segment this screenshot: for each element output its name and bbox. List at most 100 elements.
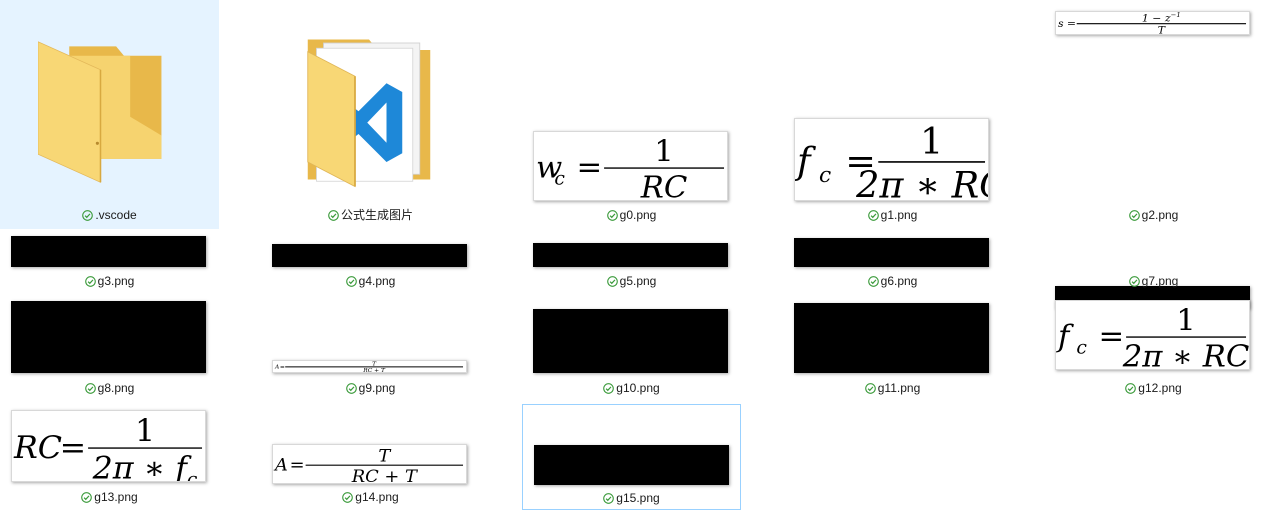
item-name-text: g6.png [880, 274, 918, 288]
file-explorer-grid: .vscode公式生成图片wc=1RCg0.pngfc=12π ∗ RCg1.p… [0, 0, 1261, 515]
file-item[interactable]: g5.png [522, 232, 741, 294]
item-name-text: .vscode [95, 208, 137, 222]
item-name-label: g5.png [522, 274, 741, 288]
formula-equals: = [576, 151, 602, 186]
file-item[interactable]: g8.png [0, 296, 219, 402]
item-name-text: 公式生成图片 [340, 208, 413, 222]
formula-lhs-subscript: c [819, 163, 831, 188]
image-thumbnail [794, 303, 989, 373]
item-name-text: g1.png [880, 208, 918, 222]
file-item[interactable]: g7.png [1044, 232, 1261, 309]
file-item[interactable]: fc=12π ∗ RC g1.png [783, 0, 1002, 229]
formula-denominator: RC + T [362, 368, 386, 372]
item-name-text: g11.png [877, 381, 921, 395]
file-item[interactable]: g3.png [0, 232, 219, 294]
item-name-label: g3.png [0, 274, 219, 288]
formula-numerator: 1 [1176, 304, 1196, 339]
folder-item[interactable]: 公式生成图片 [261, 0, 480, 229]
synced-check-icon [345, 276, 357, 287]
file-item[interactable]: A = T RC + T g14.png [261, 404, 480, 510]
folder-item[interactable]: .vscode [0, 0, 219, 229]
synced-check-icon [82, 210, 94, 221]
folder-icon [37, 22, 163, 202]
formula-denominator: 2π ∗ RC [1122, 340, 1249, 369]
file-item[interactable]: w c = 1 RC g0.png [522, 0, 741, 229]
item-name-text: g15.png [616, 491, 660, 505]
item-name-label: g10.png [522, 381, 741, 395]
item-name-label: g4.png [261, 274, 480, 288]
formula-denominator: 2π ∗ fc [92, 451, 198, 481]
item-name-label: g0.png [522, 208, 741, 222]
image-thumbnail [533, 243, 728, 267]
formula-equals: = [60, 430, 87, 466]
formula-lhs: f [1056, 320, 1074, 355]
synced-check-icon [603, 493, 615, 504]
item-name-text: g10.png [616, 381, 660, 395]
formula-numerator: 1 [920, 120, 943, 163]
file-item[interactable]: g6.png [783, 232, 1002, 294]
item-name-label: g9.png [261, 381, 480, 395]
formula-lhs: A [274, 365, 279, 371]
item-name-text: g7.png [1141, 274, 1179, 288]
item-name-label: g2.png [1044, 208, 1261, 222]
formula-equals: = [290, 456, 305, 476]
file-item[interactable]: f c = 1 2π ∗ RC g12.png [1044, 296, 1261, 402]
file-item[interactable]: g11.png [783, 296, 1002, 402]
image-thumbnail [534, 445, 729, 485]
formula-lhs: f [795, 140, 816, 183]
synced-check-icon [84, 383, 96, 394]
formula-lhs-subscript: c [1076, 338, 1087, 359]
formula-denominator-subscript: c [187, 470, 198, 481]
item-name-label: g1.png [783, 208, 1002, 222]
file-item[interactable]: s = 1 − z−1 Tg2.png [1044, 0, 1261, 229]
file-item[interactable]: g4.png [261, 232, 480, 294]
image-thumbnail [533, 309, 728, 373]
item-name-label: g13.png [0, 490, 219, 504]
file-item[interactable]: RC = 1 2π ∗ fc g13.png [0, 404, 219, 510]
synced-check-icon [84, 276, 96, 287]
item-name-text: g9.png [358, 381, 396, 395]
formula-numerator: 1 [135, 414, 155, 450]
image-thumbnail: s = 1 − z−1 T [1055, 11, 1250, 35]
image-thumbnail [272, 244, 467, 267]
formula-numerator: 1 − z−1 [1142, 12, 1181, 24]
image-thumbnail [11, 301, 206, 373]
synced-check-icon [1128, 210, 1140, 221]
item-name-label: .vscode [0, 208, 219, 222]
item-name-label: g7.png [1044, 274, 1261, 288]
synced-check-icon [328, 210, 339, 221]
item-name-text: g4.png [358, 274, 396, 288]
item-name-label: g14.png [261, 490, 480, 504]
image-thumbnail: w c = 1 RC [533, 131, 728, 201]
formula-denominator: 2π ∗ RC [855, 164, 988, 200]
item-name-label: g8.png [0, 381, 219, 395]
synced-check-icon [342, 492, 354, 503]
formula-numerator: T [378, 447, 391, 467]
item-name-text: g0.png [619, 208, 657, 222]
synced-check-icon [864, 383, 876, 394]
synced-check-icon [603, 383, 615, 394]
item-name-text: g5.png [619, 274, 657, 288]
formula-lhs: s [1058, 18, 1064, 30]
formula-equals: = [1067, 18, 1076, 30]
synced-check-icon [345, 383, 357, 394]
formula-equals: = [1098, 320, 1124, 355]
synced-check-icon [867, 276, 879, 287]
formula-numerator-superscript: −1 [1171, 12, 1181, 19]
file-item[interactable]: g10.png [522, 296, 741, 402]
image-thumbnail [794, 238, 989, 267]
item-name-text: g2.png [1141, 208, 1179, 222]
synced-check-icon [1125, 383, 1137, 394]
image-thumbnail: A = T RC + T [272, 444, 467, 484]
image-thumbnail [11, 236, 206, 267]
folder-icon [299, 22, 439, 197]
item-name-text: g3.png [97, 274, 135, 288]
file-item[interactable]: A = T RC + T g9.png [261, 296, 480, 402]
synced-check-icon [867, 210, 879, 221]
image-thumbnail: fc = 12π ∗ RC [1055, 300, 1250, 370]
synced-check-icon [81, 492, 93, 503]
file-item[interactable]: g15.png [522, 404, 741, 510]
item-name-label: 公式生成图片 [261, 208, 480, 222]
synced-check-icon [606, 276, 618, 287]
item-name-text: g14.png [355, 490, 399, 504]
